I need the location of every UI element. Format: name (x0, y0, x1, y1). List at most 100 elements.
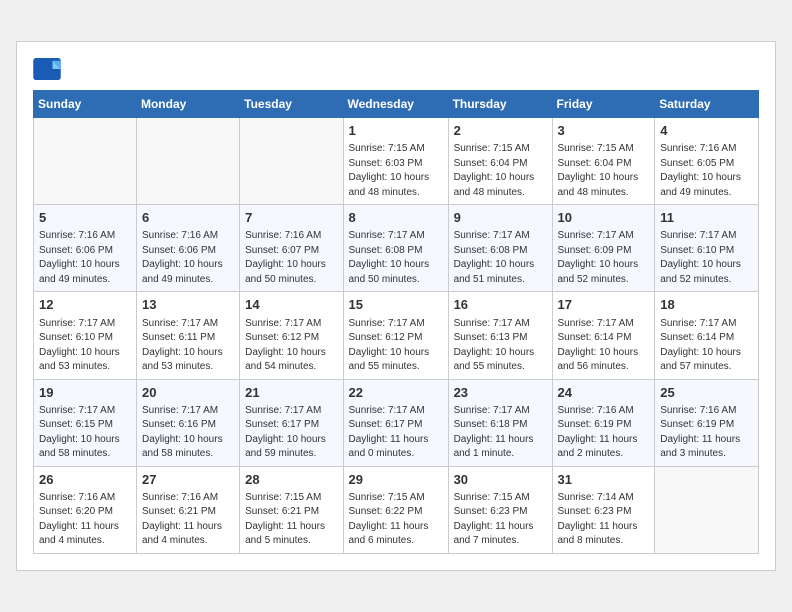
day-number: 13 (142, 296, 234, 314)
calendar-day-22: 22Sunrise: 7:17 AMSunset: 6:17 PMDayligh… (343, 379, 448, 466)
day-number: 12 (39, 296, 131, 314)
calendar-container: SundayMondayTuesdayWednesdayThursdayFrid… (16, 41, 776, 571)
calendar-day-27: 27 Sunrise: 7:16 AMSunset: 6:21 PMDayligh… (136, 466, 239, 553)
calendar-day-19: 19 Sunrise: 7:17 AMSunset: 6:15 PMDayligh… (34, 379, 137, 466)
calendar-day-13: 13 Sunrise: 7:17 AMSunset: 6:11 PMDayligh… (136, 292, 239, 379)
day-info: Sunrise: 7:17 AMSunset: 6:10 PMDaylight:… (39, 317, 131, 375)
day-number: 21 (245, 384, 337, 402)
day-number: 20 (142, 384, 234, 402)
calendar-week-row: 1Sunrise: 7:15 AMSunset: 6:03 PMDaylight… (34, 118, 759, 205)
calendar-week-row: 12 Sunrise: 7:17 AMSunset: 6:10 PMDayligh… (34, 292, 759, 379)
day-number: 26 (39, 471, 131, 489)
calendar-day-empty (136, 118, 239, 205)
day-info: Sunrise: 7:15 AMSunset: 6:23 PMDaylight:… (454, 491, 547, 549)
weekday-header-tuesday: Tuesday (240, 91, 343, 118)
calendar-day-1: 1Sunrise: 7:15 AMSunset: 6:03 PMDaylight… (343, 118, 448, 205)
weekday-header-friday: Friday (552, 91, 655, 118)
calendar-day-3: 3Sunrise: 7:15 AMSunset: 6:04 PMDaylight… (552, 118, 655, 205)
day-info: Sunrise: 7:14 AMSunset: 6:23 PMDaylight:… (558, 491, 650, 549)
calendar-day-7: 7 Sunrise: 7:16 AMSunset: 6:07 PMDaylight… (240, 205, 343, 292)
day-info: Sunrise: 7:15 AMSunset: 6:22 PMDaylight:… (349, 491, 443, 549)
calendar-day-8: 8 Sunrise: 7:17 AMSunset: 6:08 PMDaylight… (343, 205, 448, 292)
day-info: Sunrise: 7:17 AMSunset: 6:10 PMDaylight:… (660, 229, 753, 287)
calendar-day-26: 26 Sunrise: 7:16 AMSunset: 6:20 PMDayligh… (34, 466, 137, 553)
day-number: 25 (660, 384, 753, 402)
weekday-header-monday: Monday (136, 91, 239, 118)
day-number: 9 (454, 209, 547, 227)
calendar-day-15: 15Sunrise: 7:17 AMSunset: 6:12 PMDayligh… (343, 292, 448, 379)
calendar-day-21: 21 Sunrise: 7:17 AMSunset: 6:17 PMDayligh… (240, 379, 343, 466)
calendar-day-11: 11 Sunrise: 7:17 AMSunset: 6:10 PMDayligh… (655, 205, 759, 292)
calendar-day-5: 5 Sunrise: 7:16 AMSunset: 6:06 PMDaylight… (34, 205, 137, 292)
calendar-day-30: 30 Sunrise: 7:15 AMSunset: 6:23 PMDayligh… (448, 466, 552, 553)
day-info: Sunrise: 7:15 AMSunset: 6:04 PMDaylight:… (454, 142, 547, 200)
day-info: Sunrise: 7:15 AMSunset: 6:21 PMDaylight:… (245, 491, 337, 549)
day-info: Sunrise: 7:17 AMSunset: 6:08 PMDaylight:… (454, 229, 547, 287)
day-number: 17 (558, 296, 650, 314)
day-info: Sunrise: 7:17 AMSunset: 6:17 PMDaylight:… (245, 404, 337, 462)
calendar-grid: SundayMondayTuesdayWednesdayThursdayFrid… (33, 90, 759, 554)
day-number: 11 (660, 209, 753, 227)
day-number: 10 (558, 209, 650, 227)
calendar-day-18: 18Sunrise: 7:17 AMSunset: 6:14 PMDayligh… (655, 292, 759, 379)
calendar-day-6: 6 Sunrise: 7:16 AMSunset: 6:06 PMDaylight… (136, 205, 239, 292)
logo (33, 58, 65, 80)
calendar-day-24: 24 Sunrise: 7:16 AMSunset: 6:19 PMDayligh… (552, 379, 655, 466)
day-info: Sunrise: 7:16 AMSunset: 6:20 PMDaylight:… (39, 491, 131, 549)
calendar-day-16: 16 Sunrise: 7:17 AMSunset: 6:13 PMDayligh… (448, 292, 552, 379)
weekday-header-row: SundayMondayTuesdayWednesdayThursdayFrid… (34, 91, 759, 118)
day-number: 22 (349, 384, 443, 402)
day-number: 3 (558, 122, 650, 140)
calendar-day-20: 20Sunrise: 7:17 AMSunset: 6:16 PMDayligh… (136, 379, 239, 466)
day-number: 31 (558, 471, 650, 489)
calendar-day-25: 25 Sunrise: 7:16 AMSunset: 6:19 PMDayligh… (655, 379, 759, 466)
day-number: 19 (39, 384, 131, 402)
day-number: 30 (454, 471, 547, 489)
calendar-day-12: 12 Sunrise: 7:17 AMSunset: 6:10 PMDayligh… (34, 292, 137, 379)
day-info: Sunrise: 7:17 AMSunset: 6:08 PMDaylight:… (349, 229, 443, 287)
calendar-day-28: 28 Sunrise: 7:15 AMSunset: 6:21 PMDayligh… (240, 466, 343, 553)
day-info: Sunrise: 7:15 AMSunset: 6:03 PMDaylight:… (349, 142, 443, 200)
calendar-week-row: 19 Sunrise: 7:17 AMSunset: 6:15 PMDayligh… (34, 379, 759, 466)
weekday-header-wednesday: Wednesday (343, 91, 448, 118)
day-info: Sunrise: 7:16 AMSunset: 6:06 PMDaylight:… (39, 229, 131, 287)
day-info: Sunrise: 7:17 AMSunset: 6:11 PMDaylight:… (142, 317, 234, 375)
day-number: 28 (245, 471, 337, 489)
calendar-day-17: 17Sunrise: 7:17 AMSunset: 6:14 PMDayligh… (552, 292, 655, 379)
day-info: Sunrise: 7:17 AMSunset: 6:14 PMDaylight:… (660, 317, 753, 375)
calendar-day-29: 29 Sunrise: 7:15 AMSunset: 6:22 PMDayligh… (343, 466, 448, 553)
day-info: Sunrise: 7:16 AMSunset: 6:19 PMDaylight:… (660, 404, 753, 462)
day-info: Sunrise: 7:17 AMSunset: 6:15 PMDaylight:… (39, 404, 131, 462)
day-info: Sunrise: 7:17 AMSunset: 6:12 PMDaylight:… (245, 317, 337, 375)
calendar-day-23: 23Sunrise: 7:17 AMSunset: 6:18 PMDayligh… (448, 379, 552, 466)
day-info: Sunrise: 7:17 AMSunset: 6:09 PMDaylight:… (558, 229, 650, 287)
day-info: Sunrise: 7:17 AMSunset: 6:12 PMDaylight:… (349, 317, 443, 375)
day-info: Sunrise: 7:16 AMSunset: 6:05 PMDaylight:… (660, 142, 753, 200)
day-number: 8 (349, 209, 443, 227)
day-info: Sunrise: 7:16 AMSunset: 6:07 PMDaylight:… (245, 229, 337, 287)
day-number: 24 (558, 384, 650, 402)
calendar-day-2: 2 Sunrise: 7:15 AMSunset: 6:04 PMDaylight… (448, 118, 552, 205)
weekday-header-thursday: Thursday (448, 91, 552, 118)
calendar-day-10: 10 Sunrise: 7:17 AMSunset: 6:09 PMDayligh… (552, 205, 655, 292)
day-number: 5 (39, 209, 131, 227)
day-info: Sunrise: 7:16 AMSunset: 6:19 PMDaylight:… (558, 404, 650, 462)
calendar-day-4: 4 Sunrise: 7:16 AMSunset: 6:05 PMDaylight… (655, 118, 759, 205)
calendar-header (33, 58, 759, 80)
weekday-header-sunday: Sunday (34, 91, 137, 118)
day-info: Sunrise: 7:17 AMSunset: 6:13 PMDaylight:… (454, 317, 547, 375)
day-number: 7 (245, 209, 337, 227)
calendar-day-14: 14Sunrise: 7:17 AMSunset: 6:12 PMDayligh… (240, 292, 343, 379)
day-number: 29 (349, 471, 443, 489)
day-number: 6 (142, 209, 234, 227)
day-info: Sunrise: 7:16 AMSunset: 6:21 PMDaylight:… (142, 491, 234, 549)
day-number: 2 (454, 122, 547, 140)
day-info: Sunrise: 7:16 AMSunset: 6:06 PMDaylight:… (142, 229, 234, 287)
day-number: 27 (142, 471, 234, 489)
calendar-day-empty (240, 118, 343, 205)
weekday-header-saturday: Saturday (655, 91, 759, 118)
day-number: 16 (454, 296, 547, 314)
day-number: 4 (660, 122, 753, 140)
calendar-day-empty (34, 118, 137, 205)
calendar-day-31: 31 Sunrise: 7:14 AMSunset: 6:23 PMDayligh… (552, 466, 655, 553)
